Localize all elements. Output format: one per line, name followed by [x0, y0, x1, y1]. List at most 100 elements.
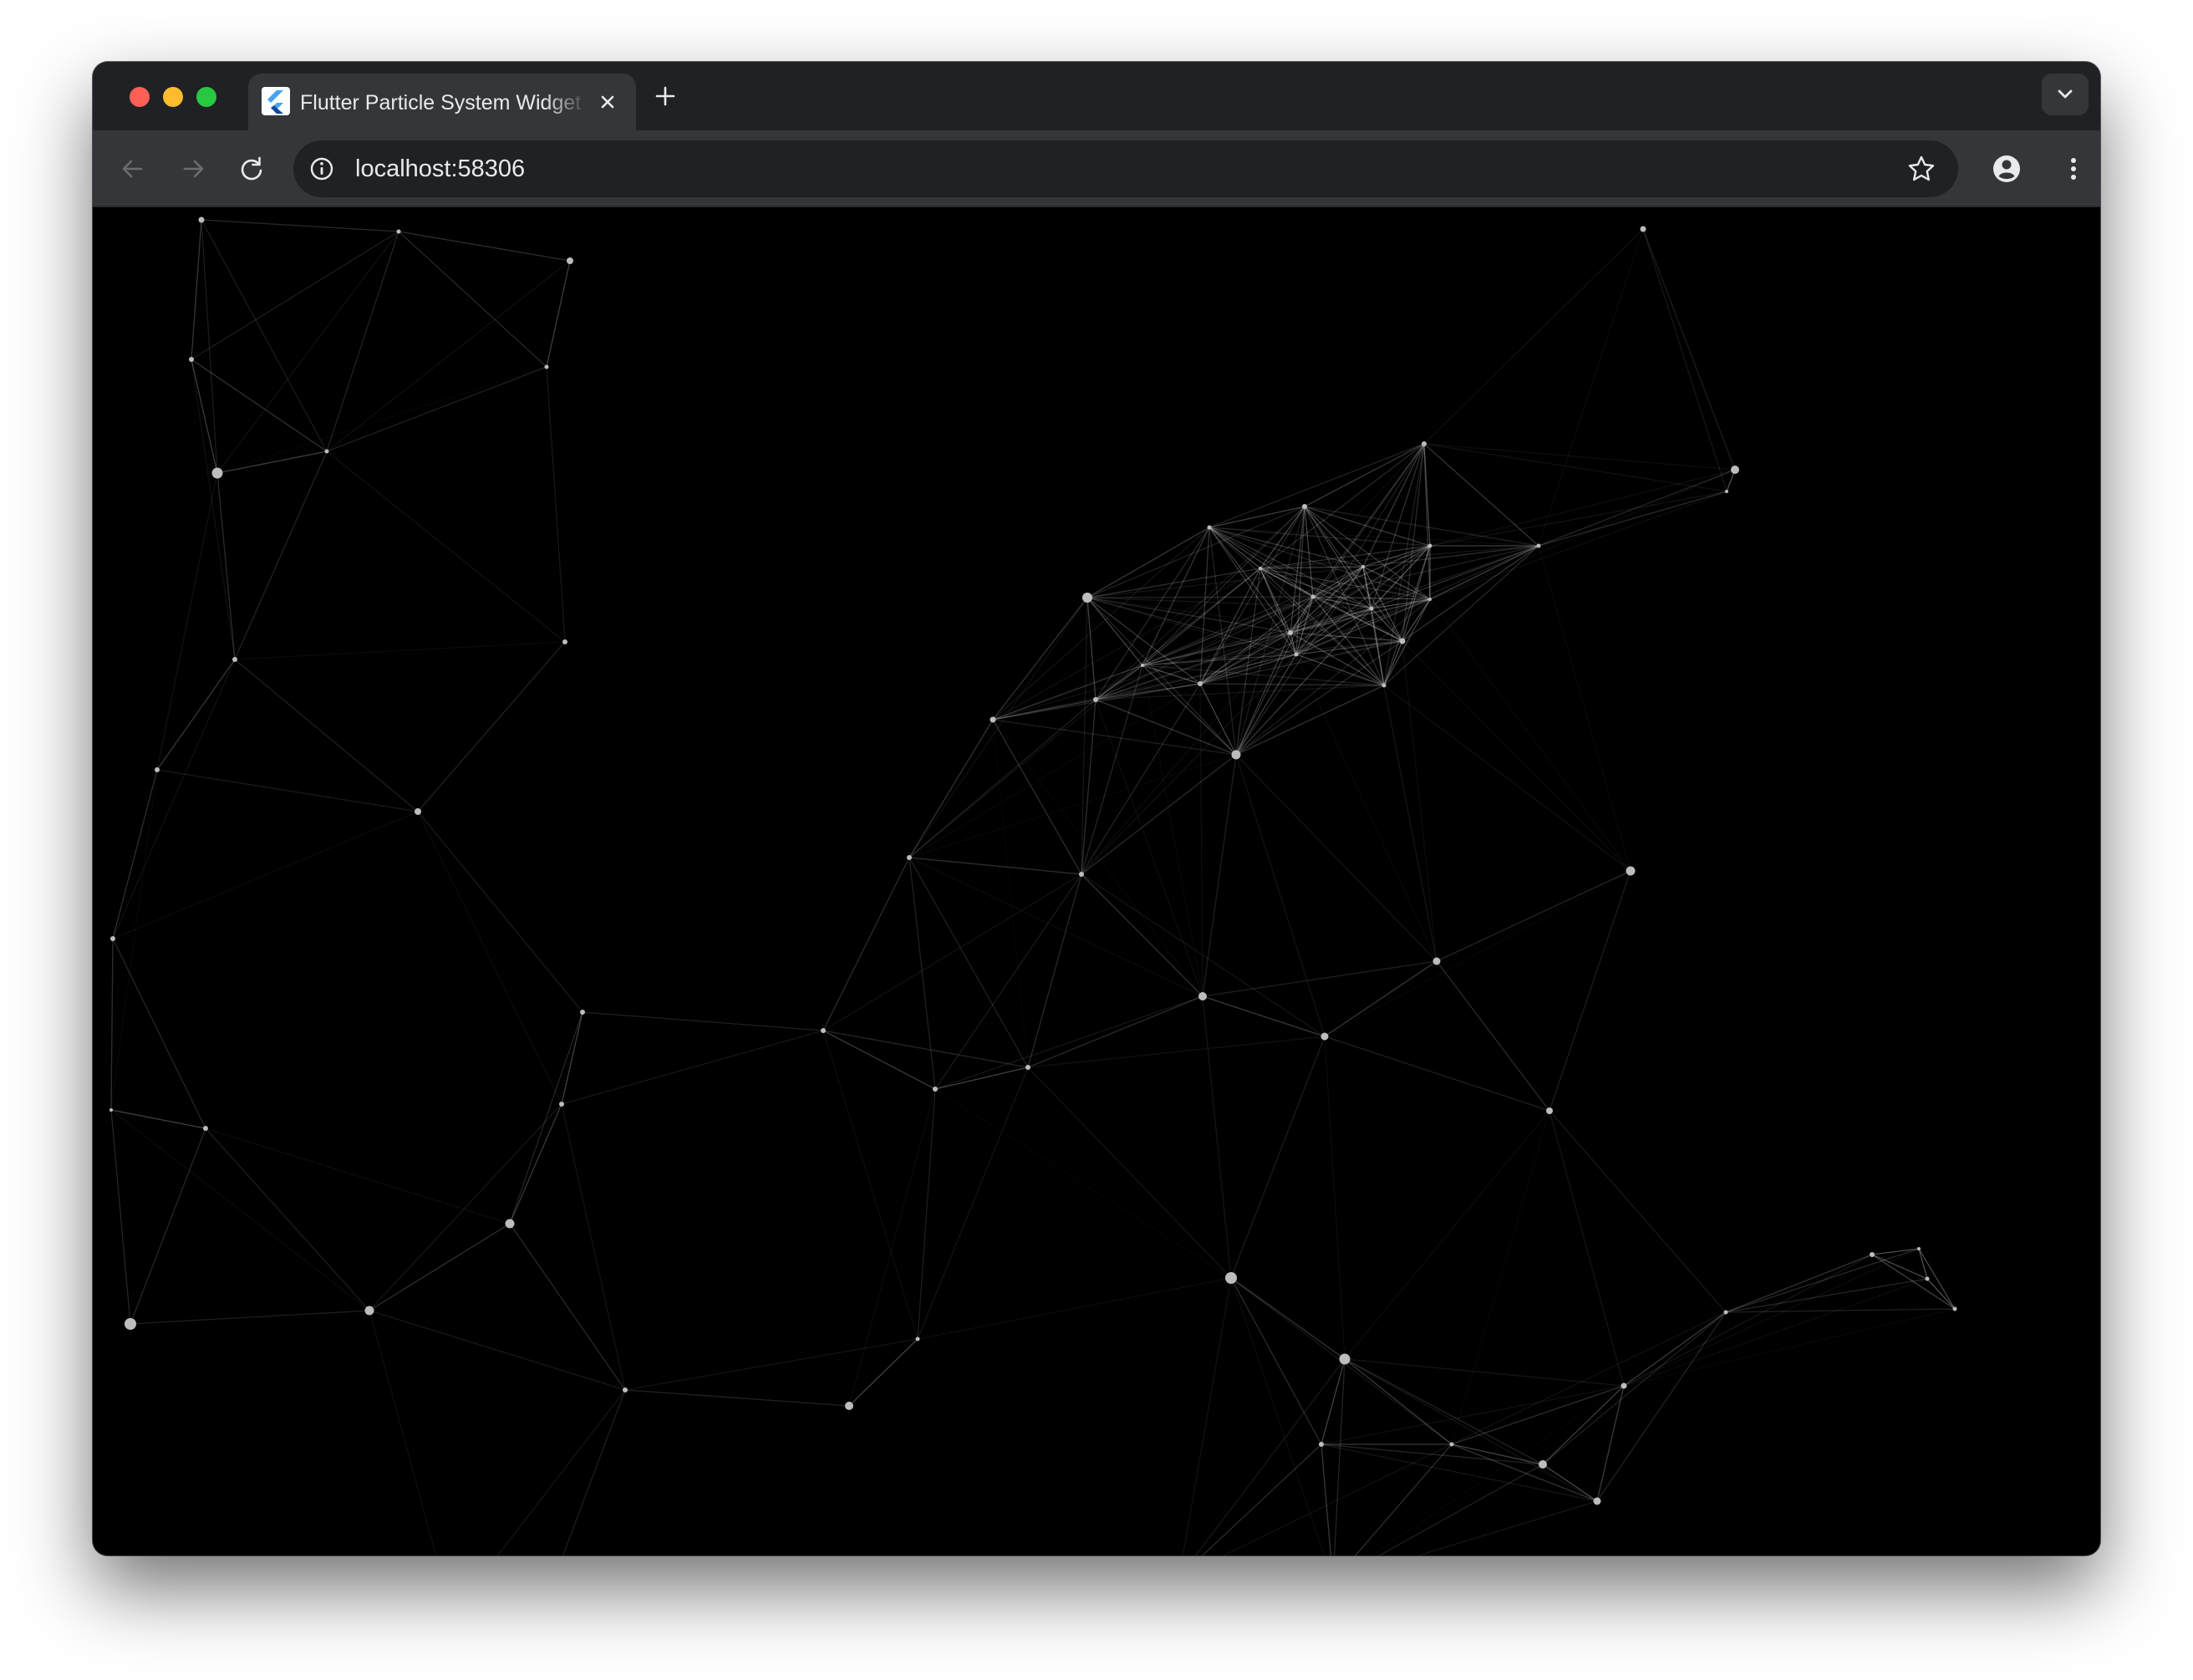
particle-link [822, 1030, 918, 1340]
particle-link [130, 1310, 370, 1325]
particle-link [1383, 685, 1631, 872]
particle-link [1230, 1036, 1325, 1279]
particle-link [908, 857, 1203, 997]
kebab-menu-icon[interactable] [2055, 150, 2092, 187]
particle [1025, 1065, 1030, 1070]
particle [562, 639, 567, 644]
particle [1093, 697, 1098, 702]
particle-link [561, 1030, 824, 1105]
particle [1449, 1442, 1454, 1447]
particle-link [1344, 1110, 1550, 1360]
particle-link [398, 231, 547, 368]
particle [155, 767, 160, 772]
particle-link [1320, 1385, 1625, 1445]
particle-link [909, 755, 1236, 858]
particle-link [111, 770, 157, 1110]
particle-link [1081, 754, 1237, 875]
particle-link [112, 769, 158, 939]
close-tab-icon[interactable] [594, 89, 621, 115]
particle-link [908, 857, 1082, 875]
particle-link [191, 359, 328, 452]
chevron-down-icon [2058, 89, 2073, 99]
particle [1294, 652, 1299, 657]
particle [1198, 681, 1203, 686]
arrow-right-icon[interactable] [175, 150, 211, 187]
window-maximize-button[interactable] [196, 87, 216, 107]
particle-link [1725, 1278, 1928, 1313]
info-icon[interactable] [307, 154, 337, 184]
particle-link [1230, 1277, 1322, 1445]
particle-link [1027, 873, 1082, 1068]
particles [109, 216, 1957, 1505]
tab-search-button[interactable] [2042, 74, 2089, 115]
window-minimize-button[interactable] [163, 87, 183, 107]
particle-link [1208, 506, 1305, 528]
particle-link [201, 219, 328, 452]
particle-link [546, 366, 566, 643]
avatar-icon[interactable] [1983, 145, 2030, 192]
particle-link [1725, 1254, 1873, 1313]
particle-network [109, 216, 1957, 1555]
particle-link [1624, 1309, 1955, 1386]
particle-link [561, 1011, 583, 1105]
flutter-logo-icon [262, 87, 290, 115]
particle-link [908, 857, 936, 1090]
particle-link [1452, 1111, 1549, 1444]
particle-link [1423, 228, 1644, 445]
particle-link [1538, 491, 1727, 547]
particle-link [110, 1109, 370, 1311]
particle [1225, 1272, 1237, 1284]
particle-link [1095, 699, 1237, 756]
particle [415, 808, 421, 815]
particle-link [1324, 1036, 1550, 1112]
particle-link [417, 641, 566, 812]
particle [559, 1102, 564, 1107]
particle-link [1208, 527, 1314, 598]
particle-link [1402, 640, 1631, 872]
particle-link [1142, 527, 1210, 666]
particle [933, 1087, 938, 1092]
particle-link [1623, 1278, 1928, 1387]
particle-link [1295, 654, 1385, 686]
particle-link [848, 1088, 936, 1407]
plus-icon[interactable] [651, 82, 679, 110]
particle-link [561, 1103, 626, 1391]
particle-link [1304, 443, 1425, 507]
particle-link [1304, 506, 1539, 547]
particle [1198, 992, 1207, 1000]
particle [1302, 504, 1307, 509]
particle-link [110, 1109, 131, 1325]
particle [1361, 565, 1365, 568]
tab-active[interactable]: Flutter Particle System Widget [248, 74, 636, 130]
reload-icon[interactable] [233, 150, 270, 187]
particle-link [1027, 995, 1203, 1068]
window-close-button[interactable] [130, 87, 150, 107]
particle-link [1642, 228, 1736, 471]
particle-link [205, 1128, 370, 1311]
particle-link [909, 684, 1200, 858]
particle-link [1201, 1443, 1322, 1555]
arrow-left-icon[interactable] [114, 150, 151, 187]
address-bar[interactable]: localhost:58306 [293, 140, 1958, 197]
particle [567, 257, 573, 264]
particle-links [110, 219, 1956, 1555]
flutter-particle-canvas[interactable] [93, 207, 2100, 1555]
particle-link [1202, 995, 1325, 1037]
particle-link [1194, 1358, 1346, 1555]
particle-link [130, 1128, 206, 1325]
url-text: localhost:58306 [355, 155, 526, 182]
particle-link [156, 472, 218, 771]
particle-link [216, 472, 236, 660]
particle-link [1596, 1385, 1625, 1502]
star-icon[interactable] [1905, 152, 1938, 186]
particle [845, 1402, 853, 1410]
particle-link [369, 1310, 437, 1555]
particle-link [201, 219, 218, 474]
particle-link [1596, 1311, 1727, 1502]
particle-link [234, 451, 328, 660]
particle [364, 1306, 374, 1316]
particle [1640, 226, 1646, 232]
particle-link [112, 938, 206, 1129]
particle-link [1333, 1358, 1346, 1555]
particle [1320, 1032, 1329, 1041]
